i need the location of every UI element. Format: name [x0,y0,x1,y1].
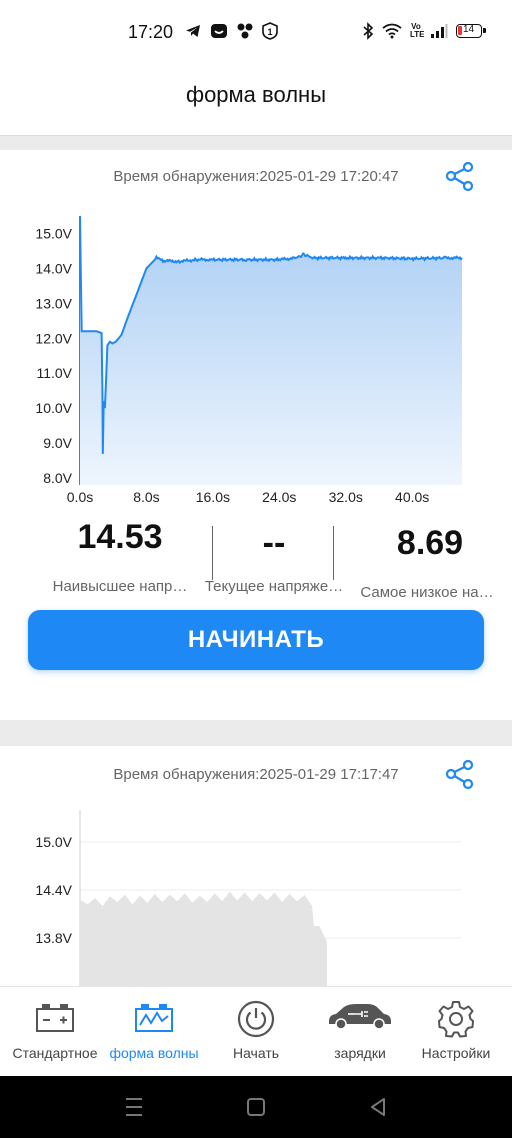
tab-label: зарядки [334,1045,386,1061]
bottom-tab-bar: Стандартное форма волны Начать зарядки Н… [0,986,512,1076]
bluetooth-icon [363,22,374,40]
current-voltage-value: -- [262,524,286,562]
page-title: форма волны [185,82,327,107]
y-tick-label: 14.4V [35,882,72,898]
power-icon [237,1000,275,1038]
battery-icon [36,1004,74,1032]
y-tick-label: 11.0V [36,365,72,381]
y-tick-label: 12.0V [35,330,72,346]
start-button[interactable]: НАЧИНАТЬ [28,610,484,670]
current-voltage-label: Текущее напряже… [204,578,344,595]
battery-level: 14 [463,24,475,35]
voltage-area [80,216,462,485]
stat-divider [333,526,334,580]
app-header: форма волны [0,64,512,136]
stat-lowest-label-box: Самое низкое на… [347,584,507,601]
highest-voltage-label: Наивысшее напр… [52,578,188,595]
gear-icon [438,1001,474,1038]
battery-icon: 14 [456,24,486,38]
tab-label: Начать [232,1045,280,1061]
y-tick-label: 13.8V [35,930,72,946]
waveform-card-2: Время обнаружения:2025-01-29 17:17:47 15… [0,746,512,986]
y-tick-label: 15.0V [35,225,72,241]
tab-waveform[interactable]: форма волны [100,987,208,1077]
svg-text:1: 1 [267,27,272,37]
status-left-icons: 1 [184,22,278,40]
y-tick-label: 13.0V [35,295,72,311]
system-nav-bar [0,1076,512,1138]
x-tick-label: 32.0s [329,489,363,505]
voltage-area [80,891,327,986]
menu-icon[interactable] [124,1095,144,1119]
detection-time: Время обнаружения:2025-01-29 17:20:47 [113,168,399,185]
x-tick-label: 0.0s [67,489,93,505]
tab-label: Настройки [421,1045,491,1061]
status-bar: 17:20 1 Vo LTE 14 [0,0,512,64]
highest-voltage-value: 14.53 [77,518,163,556]
stat-current: -- [194,524,354,563]
y-tick-label: 15.0V [35,834,72,850]
tab-charging[interactable]: зарядки [310,987,410,1077]
volte-icon: Vo LTE [410,22,425,39]
stat-highest: 14.53 [40,518,200,557]
voltage-chart-2: 15.0V 14.4V 13.8V [35,810,462,986]
fan-icon [237,23,253,39]
y-tick-label: 8.0V [43,470,72,486]
x-tick-label: 8.0s [133,489,159,505]
lowest-voltage-value: 8.69 [396,524,464,562]
y-tick-label: 10.0V [35,400,72,416]
status-time: 17:20 [128,22,174,42]
share-icon[interactable] [444,758,476,790]
telegram-icon [186,25,200,37]
tab-start[interactable]: Начать [210,987,302,1077]
share-icon[interactable] [444,160,476,192]
sim-toolkit-icon [211,24,227,38]
x-tick-label: 24.0s [262,489,296,505]
tab-settings[interactable]: Настройки [410,987,502,1077]
tab-standard[interactable]: Стандартное [0,987,110,1077]
lowest-voltage-label: Самое низкое на… [360,584,494,601]
x-tick-label: 16.0s [196,489,230,505]
waveform-card-1: Время обнаружения:2025-01-29 17:20:47 15… [0,150,512,720]
car-charging-icon [329,1004,391,1030]
home-icon[interactable] [246,1095,266,1119]
stat-current-label-box: Текущее напряже… [194,578,354,595]
voltage-chart: 15.0V 14.0V 13.0V 12.0V 11.0V 10.0V 9.0V 8.0V 0… [35,215,463,505]
stat-lowest: 8.69 [350,524,510,563]
waveform-icon [135,1004,173,1032]
tab-label: Стандартное [12,1045,98,1061]
signal-icon [431,24,448,38]
status-right-icons: Vo LTE 14 [362,22,486,40]
stat-highest-label-box: Наивысшее напр… [40,578,200,595]
notification-1-icon: 1 [262,22,278,40]
y-tick-label: 14.0V [35,260,72,276]
x-tick-label: 40.0s [395,489,429,505]
wifi-icon [382,23,402,39]
back-icon[interactable] [368,1095,388,1119]
tab-label: форма волны [109,1045,199,1061]
detection-time: Время обнаружения:2025-01-29 17:17:47 [113,766,399,783]
y-tick-label: 9.0V [43,435,72,451]
